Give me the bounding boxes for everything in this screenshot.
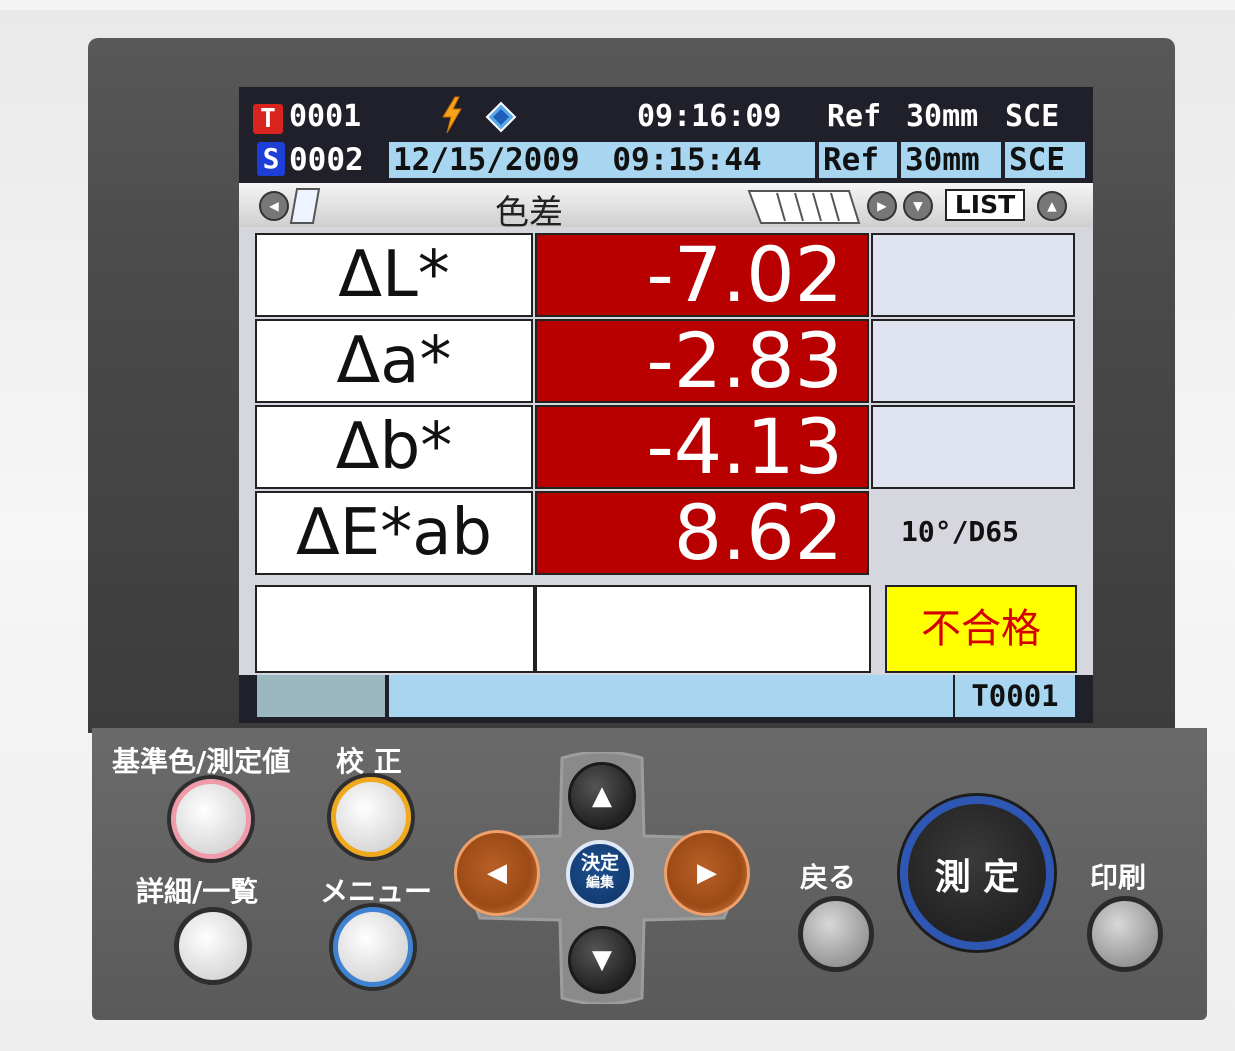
print-button[interactable] bbox=[1087, 896, 1163, 972]
back-button[interactable] bbox=[798, 896, 874, 972]
detail-list-button[interactable] bbox=[174, 907, 252, 985]
delta-e-value: 8.62 bbox=[535, 491, 869, 575]
sample-badge: S bbox=[257, 142, 285, 176]
delta-l-extra-cell bbox=[871, 233, 1075, 317]
status-specular: SCE bbox=[1005, 99, 1060, 134]
delta-b-value: -4.13 bbox=[535, 405, 869, 489]
prev-page-icon[interactable]: ◀ bbox=[259, 191, 289, 221]
blank-cell-middle bbox=[535, 585, 871, 673]
edit-label: 編集 bbox=[586, 875, 614, 891]
tab-title: 色差 bbox=[495, 193, 563, 233]
delta-a-extra-cell bbox=[871, 319, 1075, 403]
sample-date: 12/15/2009 bbox=[393, 142, 580, 178]
calibration-button[interactable] bbox=[331, 777, 411, 857]
delta-b-label: Δb* bbox=[255, 405, 533, 489]
sample-number: 0002 bbox=[289, 142, 364, 178]
dpad-up-button[interactable]: ▲ bbox=[568, 762, 636, 830]
delta-b-extra-cell bbox=[871, 405, 1075, 489]
footer-target-id: T0001 bbox=[955, 675, 1075, 717]
calibration-label: 校 正 bbox=[336, 745, 402, 778]
dpad-right-button[interactable]: ▶ bbox=[664, 830, 750, 916]
footer-cell-gray bbox=[257, 675, 385, 717]
sample-time: 09:15:44 bbox=[612, 142, 762, 178]
target-badge: T bbox=[253, 104, 283, 134]
footer-bar: T0001 bbox=[239, 675, 1093, 723]
menu-label: メニュー bbox=[320, 875, 433, 908]
status-mode: Ref bbox=[827, 99, 882, 134]
footer-cell-blue bbox=[389, 675, 953, 717]
delta-l-value: -7.02 bbox=[535, 233, 869, 317]
dpad-left-button[interactable]: ◀ bbox=[454, 830, 540, 916]
target-number: 0001 bbox=[289, 99, 362, 134]
reference-measurement-button[interactable] bbox=[171, 779, 251, 859]
status-bar: T 0001 09:16:09 Ref 30mm SCE bbox=[239, 87, 1093, 139]
reference-measurement-label: 基準色/測定値 bbox=[112, 745, 291, 778]
sample-bar: S 0002 12/15/2009 09:15:44 Ref 30mm SCE bbox=[239, 139, 1093, 183]
judgement-badge: 不合格 bbox=[885, 585, 1077, 673]
dpad-down-button[interactable]: ▼ bbox=[568, 926, 636, 994]
scroll-up-icon[interactable]: ▲ bbox=[1037, 191, 1067, 221]
sample-specular-cell: SCE bbox=[1005, 142, 1085, 178]
print-label: 印刷 bbox=[1090, 861, 1147, 894]
status-time: 09:16:09 bbox=[637, 99, 782, 134]
menu-button[interactable] bbox=[333, 907, 413, 987]
delta-a-label: Δa* bbox=[255, 319, 533, 403]
memory-card-icon bbox=[483, 99, 519, 141]
list-label[interactable]: LIST bbox=[945, 189, 1025, 221]
status-aperture: 30mm bbox=[906, 99, 979, 134]
confirm-label: 決定 bbox=[580, 852, 619, 874]
measure-label: 測 定 bbox=[934, 857, 1020, 898]
back-label: 戻る bbox=[800, 861, 857, 894]
blank-cell-left bbox=[255, 585, 535, 673]
battery-bolt-icon bbox=[439, 95, 465, 143]
detail-list-label: 詳細/一覧 bbox=[136, 875, 259, 908]
measure-button[interactable]: 測 定 bbox=[900, 796, 1054, 950]
next-page-icon[interactable]: ▶ bbox=[867, 191, 897, 221]
sample-mode-cell: Ref bbox=[819, 142, 897, 178]
confirm-edit-button[interactable]: 決定 編集 bbox=[566, 840, 634, 908]
delta-l-label: ΔL* bbox=[255, 233, 533, 317]
sample-datetime-cell: 12/15/2009 09:15:44 bbox=[389, 142, 815, 178]
observer-illuminant: 10°/D65 bbox=[901, 515, 1020, 548]
delta-e-label: ΔE*ab bbox=[255, 491, 533, 575]
sample-aperture-cell: 30mm bbox=[901, 142, 1001, 178]
scroll-down-icon[interactable]: ▼ bbox=[903, 191, 933, 221]
lcd-screen: T 0001 09:16:09 Ref 30mm SCE S 0002 12/1… bbox=[239, 87, 1093, 723]
delta-a-value: -2.83 bbox=[535, 319, 869, 403]
